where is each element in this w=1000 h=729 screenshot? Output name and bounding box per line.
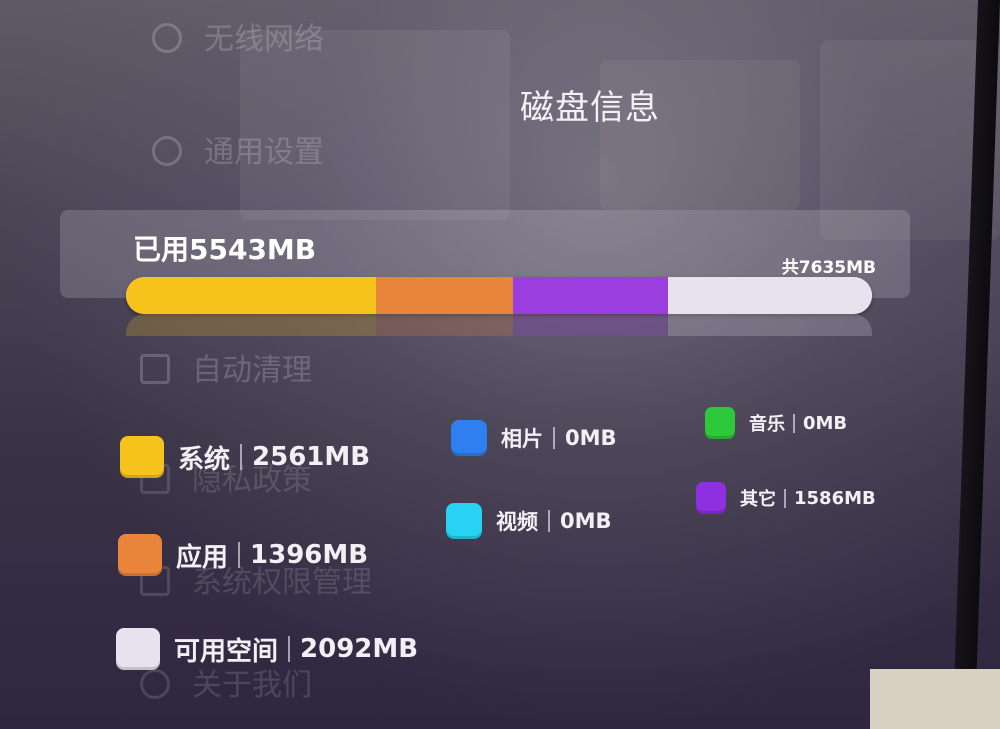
legend-item-system: 系统 2561MB: [120, 436, 370, 478]
background-menu-item-cleanup[interactable]: 自动清理: [140, 345, 312, 389]
storage-bar-segment-other: [512, 277, 668, 314]
broom-icon: [140, 354, 170, 384]
legend-separator: [240, 444, 243, 470]
legend-photos-value: 0MB: [565, 426, 617, 450]
legend-apps-name: 应用: [176, 542, 229, 573]
legend-item-music: 音乐 0MB: [705, 407, 847, 439]
legend-separator: [793, 413, 795, 433]
storage-bar-segment-other: [512, 314, 668, 336]
background-wall: [870, 669, 1000, 729]
legend-other-name: 其它: [740, 489, 776, 510]
storage-usage-bar: [126, 277, 872, 314]
storage-bar-segment-system: [126, 277, 377, 314]
legend-system-value: 2561MB: [252, 442, 371, 472]
storage-bar-segment-free: [667, 277, 872, 314]
photos-color-swatch: [451, 420, 487, 456]
video-color-swatch: [446, 503, 482, 539]
apps-color-swatch: [118, 534, 162, 576]
background-menu-item-general[interactable]: 通用设置: [152, 127, 324, 171]
dialog-title: 磁盘信息: [520, 88, 660, 128]
legend-system-name: 系统: [178, 444, 231, 475]
storage-bar-segment-apps: [376, 314, 513, 336]
storage-bar-reflection: [126, 314, 872, 336]
screen-glare: [240, 30, 510, 220]
legend-item-photos: 相片 0MB: [451, 420, 617, 456]
background-menu-item-wifi[interactable]: 无线网络: [152, 14, 324, 58]
storage-bar-segment-apps: [376, 277, 513, 314]
legend-photos-name: 相片: [501, 427, 543, 451]
storage-bar-segment-free: [667, 314, 872, 336]
legend-apps-value: 1396MB: [250, 540, 369, 570]
legend-item-free: 可用空间 2092MB: [116, 628, 418, 670]
legend-video-value: 0MB: [560, 509, 612, 533]
legend-separator: [553, 427, 555, 449]
legend-music-value: 0MB: [803, 412, 848, 434]
wifi-icon: [152, 23, 182, 53]
legend-free-value: 2092MB: [300, 634, 419, 664]
legend-item-other: 其它 1586MB: [696, 482, 876, 514]
other-color-swatch: [696, 482, 726, 514]
legend-free-name: 可用空间: [174, 636, 279, 667]
used-space-label: 已用5543MB: [133, 233, 317, 266]
storage-bar-segment-system: [126, 314, 377, 336]
legend-music-name: 音乐: [749, 414, 785, 435]
settings-icon: [152, 136, 182, 166]
legend-separator: [238, 542, 241, 568]
total-space-label: 共7635MB: [781, 258, 876, 278]
system-color-swatch: [120, 436, 164, 478]
tv-screen: 无线网络 通用设置 自动清理 隐私政策 系统权限管理 关于我们 磁盘信息 已用5…: [0, 0, 1000, 729]
info-icon: [140, 669, 170, 699]
music-color-swatch: [705, 407, 735, 439]
free-space-color-swatch: [116, 628, 160, 670]
legend-item-apps: 应用 1396MB: [118, 534, 368, 576]
legend-separator: [288, 636, 291, 662]
legend-video-name: 视频: [496, 510, 538, 534]
legend-separator: [784, 488, 786, 508]
legend-other-value: 1586MB: [794, 487, 876, 509]
legend-separator: [548, 510, 550, 532]
legend-item-video: 视频 0MB: [446, 503, 612, 539]
